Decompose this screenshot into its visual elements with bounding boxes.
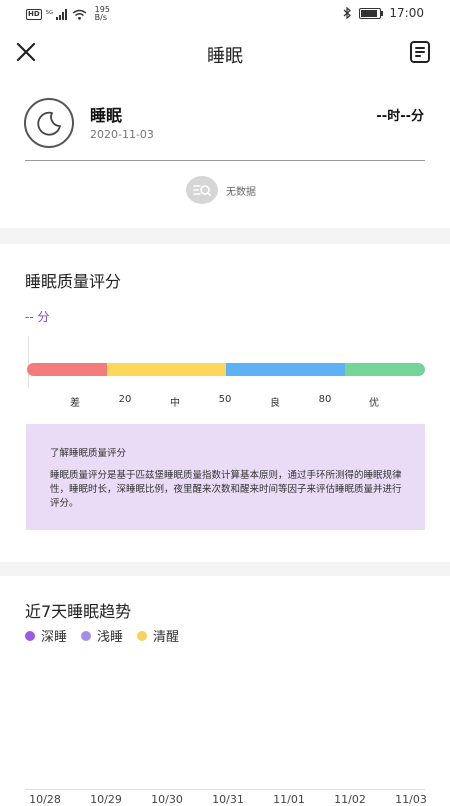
no-data-icon	[186, 176, 218, 204]
sleep-trend-section: 近7天睡眠趋势 深睡 浅睡 清醒 10/28 10/29 10/30 10/31 11/01…	[0, 576, 450, 806]
legend-dot	[81, 630, 92, 641]
bluetooth-icon	[344, 7, 352, 19]
wifi-icon	[72, 9, 87, 20]
nav-bar: 睡眠	[0, 28, 450, 82]
legend-item: 浅睡	[81, 626, 123, 645]
svg-text:5G: 5G	[46, 10, 53, 16]
legend-dot	[137, 630, 148, 641]
speed-unit: B/s	[94, 13, 108, 22]
moon-avatar	[24, 98, 74, 148]
status-right: 17:00	[343, 6, 424, 20]
legend-label: 浅睡	[97, 630, 124, 645]
legend-item: 深睡	[25, 626, 67, 645]
scale-label: 良	[270, 398, 280, 409]
summary-title: 睡眠	[90, 106, 123, 125]
battery-icon	[359, 7, 384, 19]
sleep-quality-section: 睡眠质量评分 -- 分 差 20 中 50 良 80 优 了解睡眠质量评分 睡眠质量评分是基…	[0, 244, 450, 562]
sleep-duration: --时--分	[376, 109, 424, 124]
network-speed: 195 B/s	[95, 6, 110, 22]
quality-scale-labels: 差 20 中 50 良 80 优	[0, 394, 450, 409]
trend-title: 近7天睡眠趋势	[25, 602, 132, 621]
status-left: HD 5G 195 B/s	[26, 6, 110, 22]
legend-dot	[25, 630, 35, 641]
scale-label: 80	[318, 394, 332, 405]
document-icon[interactable]	[408, 40, 432, 64]
quality-segment	[27, 363, 107, 376]
no-data-text: 无数据	[226, 186, 256, 198]
info-title: 了解睡眠质量评分	[50, 448, 127, 459]
legend-label: 深睡	[41, 630, 68, 645]
quality-score: -- 分	[25, 310, 50, 324]
status-time: 17:00	[389, 6, 424, 20]
quality-segment	[345, 363, 425, 376]
divider	[25, 160, 425, 161]
section-gap	[0, 228, 450, 244]
quality-info-card: 了解睡眠质量评分 睡眠质量评分是基于匹兹堡睡眠质量指数计算基本原则，通过手环所测…	[26, 424, 425, 530]
quality-title: 睡眠质量评分	[25, 272, 122, 291]
info-body: 睡眠质量评分是基于匹兹堡睡眠质量指数计算基本原则，通过手环所测得的睡眠规律性，睡…	[50, 470, 402, 509]
signal-icon: 5G	[46, 8, 67, 20]
moon-icon	[37, 111, 61, 136]
hd-badge: HD	[26, 8, 42, 20]
quality-segment	[225, 363, 346, 376]
quality-scale-bar	[27, 363, 425, 376]
scale-label: 20	[118, 394, 132, 405]
scale-label: 50	[218, 394, 232, 405]
trend-legend: 深睡 浅睡 清醒	[25, 626, 179, 645]
summary-date: 2020-11-03	[90, 128, 154, 141]
scale-label: 差	[70, 398, 80, 409]
scale-label: 中	[170, 398, 180, 409]
status-bar: HD 5G 195 B/s 17:00	[0, 0, 450, 28]
section-gap	[0, 562, 450, 576]
trend-axis	[25, 789, 425, 790]
sleep-summary: 睡眠 2020-11-03 --时--分 无数据	[0, 82, 450, 228]
quality-segment	[106, 363, 226, 376]
score-marker-line	[28, 336, 29, 388]
scale-label: 优	[369, 398, 379, 409]
battery-fill	[361, 9, 377, 17]
legend-item: 清醒	[137, 626, 179, 645]
no-data-indicator: 无数据	[186, 176, 256, 204]
page-title: 睡眠	[207, 46, 243, 67]
legend-label: 清醒	[153, 630, 180, 645]
